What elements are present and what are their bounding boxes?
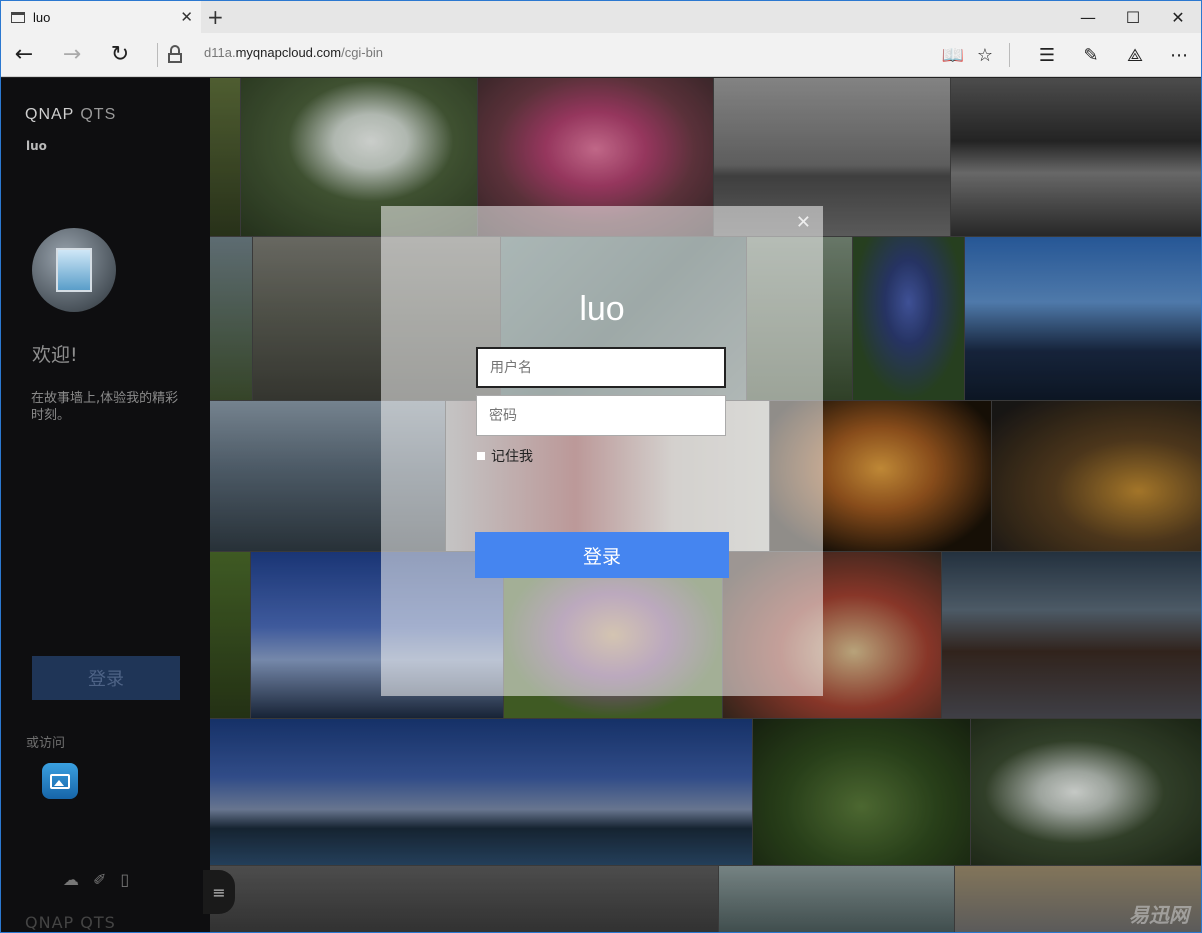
hub-icon[interactable]: ☰	[1033, 41, 1061, 69]
tools-icon[interactable]: ✐	[93, 870, 106, 889]
wall-photo	[719, 866, 954, 932]
remember-label: 记住我	[491, 449, 533, 465]
wall-photo	[753, 719, 970, 865]
url-field[interactable]: d11a.myqnapcloud.com/cgi-bin	[204, 45, 383, 60]
maximize-icon[interactable]: ☐	[1110, 1, 1156, 33]
url-prefix: d11a.	[204, 45, 236, 60]
wall-photo	[210, 552, 250, 718]
welcome-tagline: 在故事墙上,体验我的精彩时刻。	[31, 391, 179, 423]
minimize-icon[interactable]: —	[1065, 1, 1111, 33]
lock-icon	[168, 45, 182, 63]
nas-avatar	[32, 228, 116, 312]
tab-page-icon	[11, 11, 25, 23]
footer-brand: QNAP QTS	[25, 913, 116, 932]
brand-sub: QTS	[80, 106, 117, 123]
share-icon[interactable]: ⟁	[1121, 41, 1149, 69]
sidebar-login-button[interactable]: 登录	[32, 656, 180, 700]
url-host: myqnapcloud.com	[235, 45, 342, 60]
separator	[1009, 43, 1010, 67]
tab-title: luo	[33, 9, 51, 25]
forward-icon[interactable]: →	[57, 39, 87, 69]
watermark: 易迅网	[1129, 903, 1189, 927]
brand-logo: QNAP QTS	[25, 106, 116, 124]
brand-name: QNAP	[25, 106, 75, 123]
book-icon[interactable]: ▯	[120, 870, 129, 889]
more-icon[interactable]: ⋯	[1165, 41, 1193, 69]
photo-app-icon[interactable]	[42, 763, 78, 799]
browser-window: luo ✕ + — ☐ ✕ ← → ↻ d11a.myqnapcloud.com…	[0, 0, 1202, 933]
close-icon[interactable]: ✕	[796, 212, 811, 233]
wall-photo	[965, 237, 1201, 400]
device-name: luo	[26, 139, 47, 153]
wall-photo	[210, 78, 240, 236]
star-icon[interactable]: ☆	[971, 41, 999, 69]
address-bar: ← → ↻ d11a.myqnapcloud.com/cgi-bin 📖 ☆ ☰…	[1, 33, 1201, 77]
window-close-icon[interactable]: ✕	[1155, 1, 1201, 33]
wall-photo	[971, 719, 1201, 865]
plus-icon[interactable]: +	[207, 5, 224, 29]
login-button[interactable]: 登录	[475, 532, 729, 578]
sidebar: QNAP QTS luo 欢迎! 在故事墙上,体验我的精彩时刻。 登录 或访问 ☁…	[1, 78, 210, 932]
login-dialog: ✕ luo 记住我 登录	[381, 206, 823, 696]
back-icon[interactable]: ←	[9, 39, 39, 69]
reading-view-icon[interactable]: 📖	[939, 41, 967, 69]
refresh-icon[interactable]: ↻	[105, 39, 135, 69]
sidebar-footer-icons: ☁ ✐ ▯	[63, 870, 129, 889]
wall-photo	[210, 237, 252, 400]
web-note-icon[interactable]: ✎	[1077, 41, 1105, 69]
menu-icon[interactable]: ≡	[203, 870, 235, 914]
browser-tab[interactable]: luo ✕	[1, 1, 201, 33]
dialog-title: luo	[579, 290, 625, 328]
page-content: QNAP QTS luo 欢迎! 在故事墙上,体验我的精彩时刻。 登录 或访问 ☁…	[1, 78, 1201, 932]
nas-device-icon	[56, 248, 92, 292]
wall-photo	[992, 401, 1201, 551]
remember-me[interactable]: 记住我	[477, 446, 533, 466]
wall-photo	[210, 719, 752, 865]
close-icon[interactable]: ✕	[180, 8, 193, 26]
or-visit-label: 或访问	[26, 736, 66, 751]
separator	[157, 43, 158, 67]
tab-bar: luo ✕ + — ☐ ✕	[1, 1, 1201, 33]
remember-checkbox[interactable]	[477, 452, 485, 460]
wall-photo	[210, 866, 718, 932]
wall-photo	[942, 552, 1201, 718]
wall-photo	[951, 78, 1201, 236]
username-field[interactable]	[476, 347, 726, 388]
password-field[interactable]	[476, 395, 726, 436]
cloud-icon[interactable]: ☁	[63, 870, 79, 889]
wall-photo	[853, 237, 964, 400]
url-path: /cgi-bin	[341, 45, 383, 60]
welcome-heading: 欢迎!	[32, 344, 78, 366]
